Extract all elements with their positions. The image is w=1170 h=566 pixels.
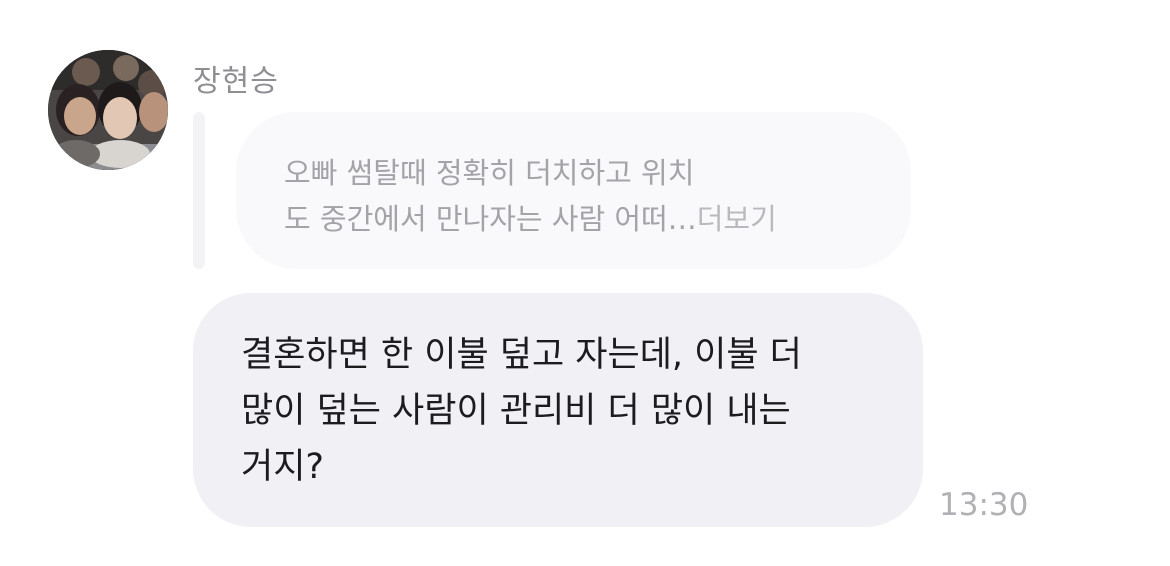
message-line-3: 거지?: [241, 447, 324, 487]
message-bubble[interactable]: 결혼하면 한 이불 덮고 자는데, 이불 더 많이 덮는 사람이 관리비 더 많…: [193, 293, 923, 527]
chat-screen: 장현승 오빠 썸탈때 정확히 더치하고 위치 도 중간에서 만나자는 사람 어떠…: [0, 0, 1170, 566]
reply-preview-line-2-text: 도 중간에서 만나자는 사람 어떠: [284, 202, 668, 236]
avatar[interactable]: [48, 50, 168, 170]
avatar-photo: [48, 50, 168, 170]
reply-preview-line-1: 오빠 썸탈때 정확히 더치하고 위치: [284, 156, 695, 190]
message-line-1: 결혼하면 한 이불 덮고 자는데, 이불 더: [241, 335, 802, 375]
see-more-link[interactable]: 더보기: [697, 202, 777, 236]
sender-name: 장현승: [193, 64, 279, 99]
message-timestamp: 13:30: [939, 487, 1029, 523]
message-line-2: 많이 덮는 사람이 관리비 더 많이 내는: [241, 391, 791, 431]
reply-indicator-bar: [193, 112, 205, 269]
reply-preview-bubble[interactable]: 오빠 썸탈때 정확히 더치하고 위치 도 중간에서 만나자는 사람 어떠…더보기: [236, 112, 911, 269]
reply-preview-ellipsis: …: [667, 202, 697, 236]
reply-preview-line-2: 도 중간에서 만나자는 사람 어떠…더보기: [284, 196, 911, 242]
